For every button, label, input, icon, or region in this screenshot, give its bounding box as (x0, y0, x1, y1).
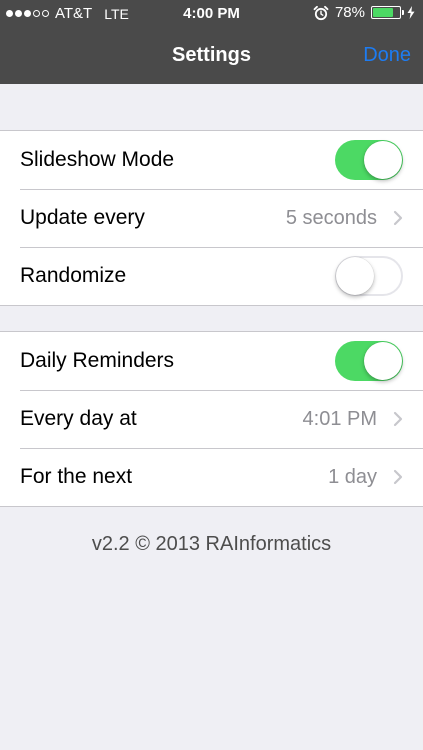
battery-tip (402, 10, 404, 15)
slideshow-settings-group: Slideshow Mode Update every 5 seconds Ra… (0, 130, 423, 306)
toggle-knob (364, 141, 402, 179)
top-bar: AT&T LTE 4:00 PM 78% Settings Done (0, 0, 423, 84)
battery-level-fill (373, 8, 393, 17)
randomize-label: Randomize (20, 264, 127, 287)
navigation-bar: Settings Done (0, 28, 423, 84)
chevron-right-icon (393, 469, 403, 485)
for-the-next-row[interactable]: For the next 1 day (0, 448, 423, 506)
randomize-toggle[interactable] (335, 256, 403, 296)
toggle-knob (336, 257, 374, 295)
reminder-settings-group: Daily Reminders Every day at 4:01 PM For… (0, 331, 423, 507)
lightning-bolt-icon (407, 6, 415, 19)
chevron-right-icon (393, 210, 403, 226)
status-bar: AT&T LTE 4:00 PM 78% (0, 0, 423, 28)
update-every-label: Update every (20, 206, 145, 229)
status-bar-right: 78% (313, 4, 415, 21)
for-the-next-value: 1 day (328, 466, 377, 488)
daily-reminders-row: Daily Reminders (0, 332, 423, 390)
randomize-row: Randomize (0, 247, 423, 305)
slideshow-mode-label: Slideshow Mode (20, 148, 175, 171)
every-day-at-label: Every day at (20, 407, 137, 430)
alarm-clock-icon (313, 5, 329, 20)
every-day-at-value: 4:01 PM (302, 408, 377, 430)
slideshow-mode-toggle[interactable] (335, 140, 403, 180)
every-day-at-row[interactable]: Every day at 4:01 PM (0, 390, 423, 448)
battery-icon (371, 6, 404, 19)
update-every-row[interactable]: Update every 5 seconds (0, 189, 423, 247)
done-button[interactable]: Done (363, 44, 411, 67)
daily-reminders-toggle[interactable] (335, 341, 403, 381)
page-title: Settings (172, 44, 251, 66)
for-the-next-label: For the next (20, 465, 133, 488)
battery-percent: 78% (334, 4, 365, 21)
slideshow-mode-row: Slideshow Mode (0, 131, 423, 189)
daily-reminders-label: Daily Reminders (20, 349, 175, 372)
update-every-value: 5 seconds (285, 207, 377, 229)
toggle-knob (364, 342, 402, 380)
chevron-right-icon (393, 411, 403, 427)
version-footer: v2.2 © 2013 RAInformatics (91, 533, 332, 555)
